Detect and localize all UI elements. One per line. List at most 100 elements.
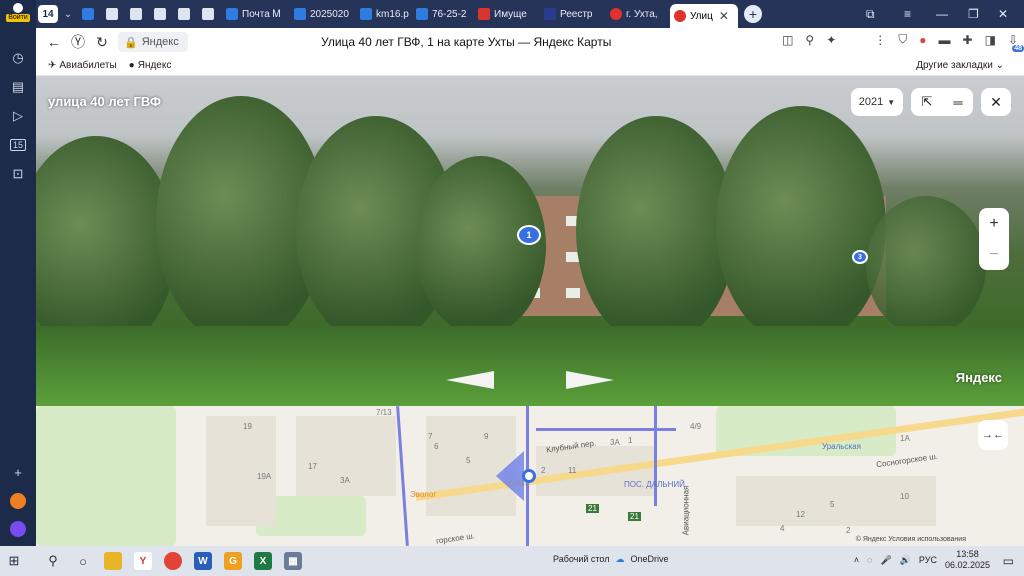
login-button[interactable]: Войти <box>3 3 33 25</box>
poi-label[interactable]: Эволог <box>410 490 436 499</box>
window-shape <box>566 288 580 298</box>
zoom-in-button[interactable]: + <box>989 215 998 233</box>
tab-item[interactable]: 76-25-2 <box>412 0 474 28</box>
map-copyright[interactable]: © Яндекс Условия использования <box>856 536 966 543</box>
menu-icon[interactable]: ≡ <box>904 0 911 28</box>
tab-item[interactable]: 2025020 <box>290 0 356 28</box>
plane-icon: ✈ <box>48 60 57 71</box>
puzzle-icon[interactable]: ✚ <box>963 33 973 47</box>
new-tab-button[interactable]: + <box>744 5 762 23</box>
maximize-icon[interactable]: ❐ <box>968 0 979 28</box>
chrome-icon <box>164 552 182 570</box>
desktop-label[interactable]: Рабочий стол <box>553 554 610 565</box>
sidebar-toggle-icon[interactable]: ◨ <box>985 33 996 47</box>
tab-item[interactable] <box>150 0 174 28</box>
notifications-icon[interactable]: ▭ <box>1003 554 1014 568</box>
street-panorama[interactable]: улица 40 лет ГВФ 2021 ▼ ⇱ ═ ✕ + − 1 3 Янд… <box>36 76 1024 406</box>
house-number: 6 <box>434 442 439 451</box>
tab-item[interactable]: Имуще <box>474 0 540 28</box>
move-back-arrow-icon[interactable] <box>446 371 494 389</box>
search-icon[interactable]: ⚲ <box>38 546 68 576</box>
tab-item[interactable] <box>198 0 222 28</box>
volume-icon[interactable]: 🔊 <box>900 555 911 566</box>
alice-orange-icon[interactable] <box>7 490 29 512</box>
street-label: горское ш. <box>435 531 476 546</box>
house-marker-3[interactable]: 3 <box>852 250 868 264</box>
menu-icon[interactable]: ═ <box>953 95 962 110</box>
tree-shape <box>36 136 176 356</box>
tab-item[interactable] <box>102 0 126 28</box>
start-button[interactable]: ⊞ <box>0 546 28 576</box>
location-pin-icon[interactable]: ⚲ <box>805 33 814 47</box>
poi-label[interactable]: Уральская <box>822 442 861 451</box>
zoom-out-button[interactable]: − <box>989 246 998 264</box>
tab-item[interactable] <box>126 0 150 28</box>
clock[interactable]: 13:58 06.02.2025 <box>945 549 990 571</box>
yandex-browser-icon: Y <box>134 552 152 570</box>
mini-map[interactable]: 7/13 19 19А 17 3А 7 9 6 5 2 11 3А 1 4/9 … <box>36 406 1024 546</box>
word-app[interactable]: W <box>188 546 218 576</box>
share-icon[interactable]: ⇱ <box>921 94 932 110</box>
tab-counter[interactable]: 14 <box>38 5 58 23</box>
chevron-up-icon[interactable]: ˄ <box>854 555 859 565</box>
tab-item[interactable]: Почта Ꮇ <box>222 0 290 28</box>
tab-label: Реестр <box>560 8 593 20</box>
extension-dark-icon[interactable]: ▬ <box>939 33 951 47</box>
year-select[interactable]: 2021 ▼ <box>851 88 903 116</box>
reload-icon[interactable]: ↻ <box>90 34 114 51</box>
yandex-browser-app[interactable]: Y <box>128 546 158 576</box>
alice-purple-icon[interactable] <box>7 518 29 540</box>
onedrive-label[interactable]: OneDrive <box>631 554 669 565</box>
close-panorama-button[interactable]: ✕ <box>981 88 1011 116</box>
tab-switcher-icon[interactable]: ⧉ <box>866 0 875 28</box>
video-icon[interactable]: ▷ <box>7 105 29 127</box>
bookmark-item[interactable]: ● Яндекс <box>129 60 172 71</box>
microphone-icon[interactable]: 🎤 <box>880 555 891 566</box>
extension-red-icon[interactable]: ● <box>919 33 926 47</box>
house-number: 19А <box>257 472 272 481</box>
tab-list-chevron-icon[interactable]: ⌄ <box>58 9 78 20</box>
explorer-app[interactable] <box>98 546 128 576</box>
close-tab-icon[interactable]: ✕ <box>719 9 729 23</box>
move-forward-arrow-icon[interactable] <box>566 371 614 389</box>
tab-item[interactable]: Реестр <box>540 0 606 28</box>
house-number: 7 <box>428 432 433 441</box>
task-view-icon[interactable]: ○ <box>68 546 98 576</box>
yandex-logo-icon[interactable]: Ⓨ <box>66 32 90 52</box>
mail-favicon-icon <box>226 8 238 20</box>
house-number: 17 <box>308 462 317 471</box>
network-icon[interactable]: ◌ <box>867 555 872 565</box>
close-window-icon[interactable]: ✕ <box>998 0 1008 28</box>
other-bookmarks[interactable]: Другие закладки ⌄ <box>916 60 1004 71</box>
yandex-watermark: Яндекс <box>955 370 1002 385</box>
tab-item[interactable]: km16.p <box>356 0 412 28</box>
house-number: 19 <box>243 422 252 431</box>
more-icon[interactable]: ⋮ <box>874 33 886 47</box>
add-panel-icon[interactable]: + <box>7 461 29 483</box>
history-icon[interactable]: ◷ <box>7 47 29 69</box>
collapse-map-button[interactable]: →← <box>978 420 1008 450</box>
district-label: ПОС. ДАЛЬНИЙ <box>624 480 685 489</box>
translate-icon[interactable]: ◫ <box>782 33 793 47</box>
tab-item[interactable]: г. Ухта, <box>606 0 670 28</box>
bookmark-item[interactable]: ✈ Авиабилеты <box>48 60 117 71</box>
tab-item-active[interactable]: Улиц ✕ <box>670 4 738 28</box>
tab-item[interactable] <box>78 0 102 28</box>
calculator-app[interactable]: ▦ <box>278 546 308 576</box>
tab-item[interactable] <box>174 0 198 28</box>
chrome-app[interactable] <box>158 546 188 576</box>
collections-icon[interactable]: ▤ <box>7 76 29 98</box>
excel-app[interactable]: X <box>248 546 278 576</box>
back-icon[interactable]: ← <box>42 34 66 50</box>
downloads-icon[interactable]: ⇩ 48 <box>1008 33 1024 52</box>
bookmark-icon[interactable]: ✦ <box>826 33 836 47</box>
language-indicator[interactable]: РУС <box>919 555 937 565</box>
house-marker-1[interactable]: 1 <box>517 225 541 245</box>
minimize-icon[interactable]: — <box>936 0 948 28</box>
shield-icon[interactable]: ⛉ <box>898 32 907 47</box>
screenshot-icon[interactable]: ⊡ <box>7 163 29 185</box>
omnibox[interactable]: 🔒 Яндекс <box>118 32 188 52</box>
app-orange[interactable]: G <box>218 546 248 576</box>
downloads-badge: 48 <box>1012 44 1024 52</box>
calendar-icon[interactable]: 15 <box>7 134 29 156</box>
